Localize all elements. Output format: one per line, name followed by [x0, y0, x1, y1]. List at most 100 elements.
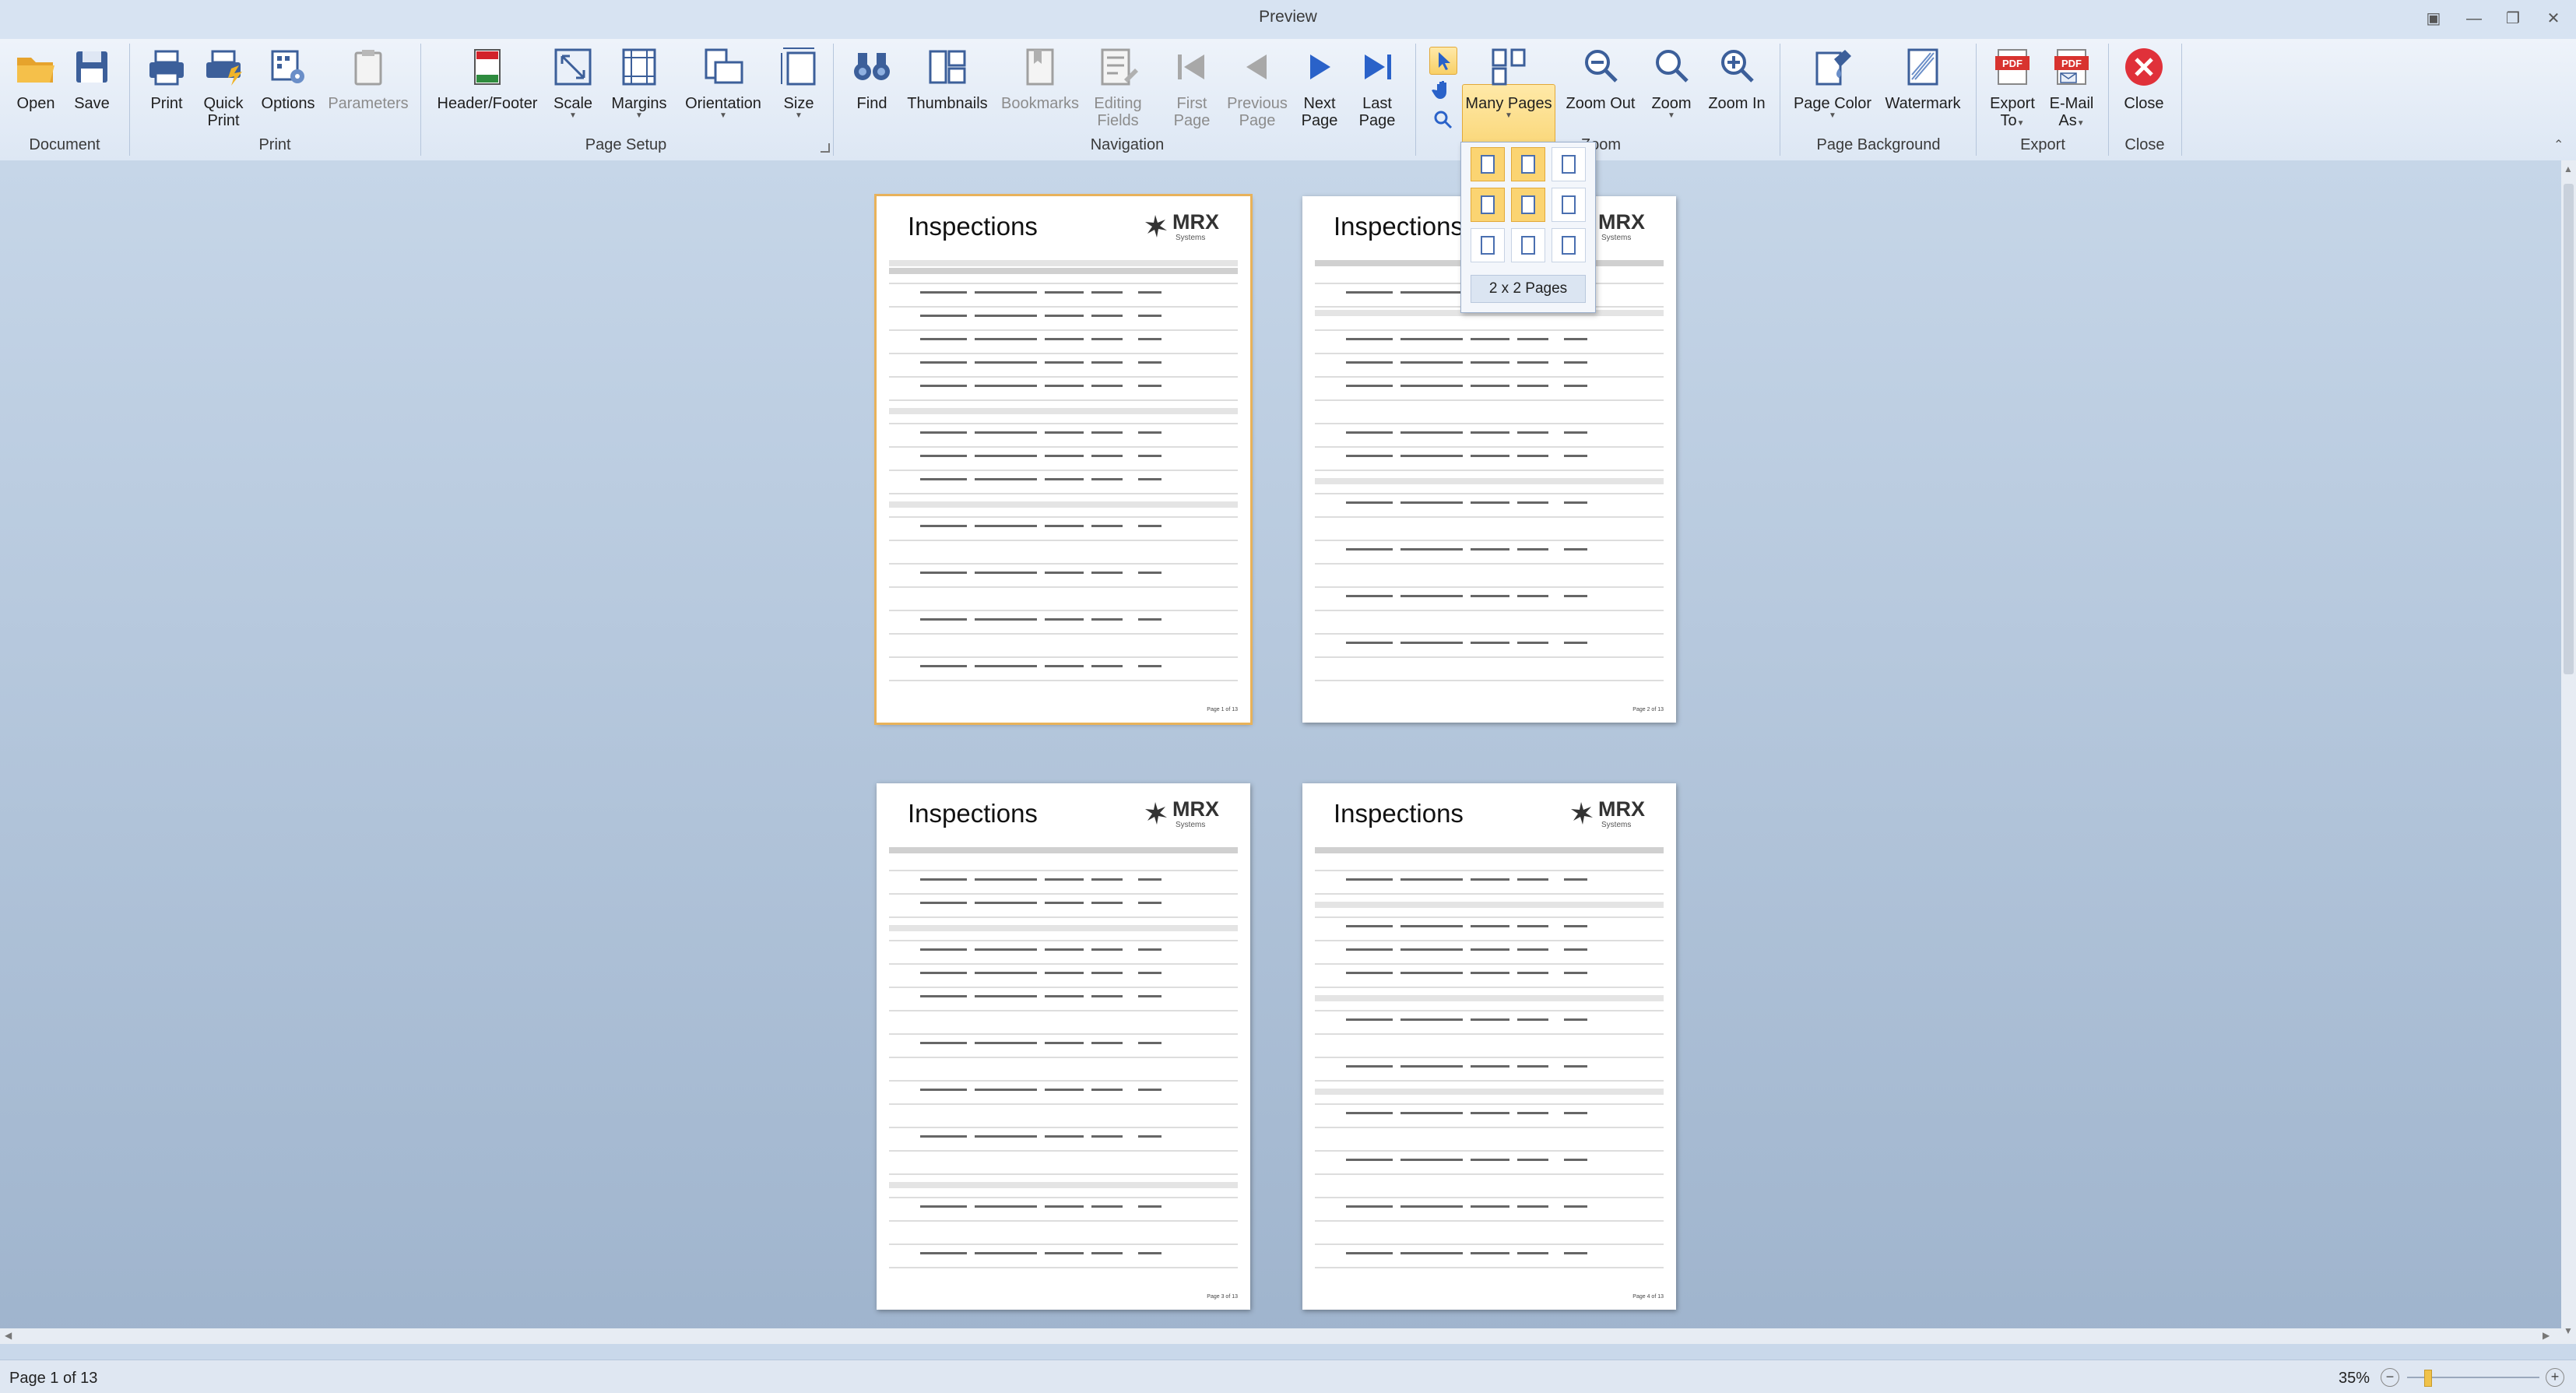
bookmark-icon [1026, 48, 1054, 86]
report-table [889, 260, 1238, 681]
header-footer-button[interactable]: Header/Footer [433, 45, 542, 112]
zoom-minus-icon[interactable]: − [2381, 1368, 2399, 1387]
vertical-scroll-thumb[interactable] [2564, 184, 2574, 674]
pdf-export-icon: PDF [1995, 49, 2030, 85]
header-footer-label: Header/Footer [437, 95, 538, 112]
orientation-button[interactable]: Orientation ▼ [680, 45, 766, 120]
many-pages-button[interactable]: Many Pages ▼ [1464, 45, 1554, 120]
last-page-button[interactable]: Last Page [1353, 45, 1401, 129]
page-color-button[interactable]: Page Color ▼ [1791, 45, 1875, 120]
watermark-label: Watermark [1885, 95, 1961, 112]
scroll-up-icon[interactable]: ▲ [2564, 164, 2573, 174]
page-title: Inspections [1334, 799, 1464, 828]
zoom-out-button[interactable]: Zoom Out [1563, 45, 1638, 112]
grid-cell-3x2[interactable] [1511, 228, 1545, 262]
report-table [889, 847, 1238, 1268]
group-label-navigation: Navigation [1090, 136, 1165, 153]
restore-icon[interactable]: ▣ [2420, 6, 2448, 31]
first-page-button[interactable]: First Page [1165, 45, 1219, 129]
close-preview-button[interactable]: Close [2119, 45, 2169, 112]
page-color-label: Page Color [1793, 95, 1872, 112]
parameters-button[interactable]: Parameters [327, 45, 409, 112]
grid-cell-1x2[interactable] [1511, 147, 1545, 181]
page-title: Inspections [908, 212, 1038, 241]
scale-label: Scale [553, 95, 593, 112]
page-thumbnail-4[interactable]: Inspections MRX Systems Page 4 of 13 [1302, 783, 1676, 1310]
page-title: Inspections [908, 799, 1038, 828]
thumbnails-label: Thumbnails [907, 95, 988, 112]
zoom-button[interactable]: Zoom ▼ [1644, 45, 1699, 120]
bookmarks-label: Bookmarks [1000, 95, 1080, 112]
last-page-label-1: Last [1362, 95, 1392, 112]
horizontal-scrollbar[interactable]: ◀ ▶ [0, 1328, 2561, 1344]
group-label-close: Close [2124, 136, 2165, 153]
options-button[interactable]: Options [257, 45, 319, 112]
scale-button[interactable]: Scale ▼ [550, 45, 596, 120]
thumbnails-button[interactable]: Thumbnails [903, 45, 992, 112]
page-footer: Page 3 of 13 [1207, 1294, 1238, 1300]
grid-cell-2x3[interactable] [1552, 188, 1586, 222]
scroll-right-icon[interactable]: ▶ [2543, 1330, 2550, 1341]
bookmarks-button[interactable]: Bookmarks [998, 45, 1082, 112]
window-title: Preview [1259, 8, 1317, 26]
zoom-in-button[interactable]: Zoom In [1705, 45, 1769, 112]
previous-page-button[interactable]: Previous Page [1221, 45, 1294, 129]
header-footer-icon [474, 49, 501, 85]
last-page-label-2: Page [1358, 112, 1396, 129]
margins-button[interactable]: Margins ▼ [606, 45, 673, 120]
email-as-button[interactable]: PDF E-Mail As▼ [2043, 45, 2100, 129]
mrx-star-icon [1145, 802, 1167, 825]
grid-cell-1x3[interactable] [1552, 147, 1586, 181]
magnifier-tool-button[interactable] [1429, 106, 1456, 132]
find-button[interactable]: Find [847, 45, 897, 112]
mrx-star-icon [1145, 215, 1167, 237]
quick-print-button[interactable]: Quick Print [196, 45, 251, 129]
next-page-button[interactable]: Next Page [1295, 45, 1344, 129]
hand-tool-button[interactable] [1429, 76, 1456, 103]
group-separator [2181, 44, 2182, 156]
next-page-label-1: Next [1303, 95, 1336, 112]
report-table [1315, 260, 1664, 681]
vertical-scrollbar[interactable]: ▲ ▼ [2561, 160, 2576, 1344]
group-label-print: Print [258, 136, 291, 153]
page-setup-launcher-icon[interactable] [821, 143, 830, 153]
save-button[interactable]: Save [67, 45, 117, 112]
grid-cell-1x1[interactable] [1471, 147, 1505, 181]
page-size-icon [781, 47, 816, 86]
grid-cell-2x1[interactable] [1471, 188, 1505, 222]
minimize-icon[interactable]: — [2460, 6, 2488, 31]
hand-icon [1432, 81, 1446, 99]
preview-workspace[interactable]: Inspections MRX Systems Page 1 of 13 Ins… [0, 160, 2561, 1344]
quick-print-label-2: Print [207, 112, 240, 129]
page-thumbnail-3[interactable]: Inspections MRX Systems Page 3 of 13 [877, 783, 1250, 1310]
many-pages-icon [1492, 48, 1526, 86]
grid-cell-3x1[interactable] [1471, 228, 1505, 262]
size-button[interactable]: Size ▼ [774, 45, 824, 120]
export-to-button[interactable]: PDF Export To▼ [1985, 45, 2040, 129]
scroll-left-icon[interactable]: ◀ [5, 1330, 12, 1341]
pointer-tool-button[interactable] [1429, 47, 1457, 75]
next-page-label-2: Page [1301, 112, 1338, 129]
maximize-icon[interactable]: ❐ [2499, 6, 2527, 31]
editing-fields-button[interactable]: Editing Fields [1087, 45, 1149, 129]
close-window-icon[interactable]: ✕ [2539, 6, 2567, 31]
print-label: Print [150, 95, 183, 112]
editing-fields-label-2: Fields [1097, 112, 1139, 129]
page-thumbnail-1[interactable]: Inspections MRX Systems Page 1 of 13 [874, 194, 1253, 725]
zoom-slider-thumb[interactable] [2424, 1370, 2432, 1387]
scroll-down-icon[interactable]: ▼ [2564, 1325, 2573, 1336]
options-gear-icon [271, 50, 304, 83]
close-circle-icon [2125, 48, 2163, 86]
grid-cell-3x3[interactable] [1552, 228, 1586, 262]
collapse-ribbon-icon[interactable]: ⌃ [2553, 137, 2564, 153]
zoom-plus-icon[interactable]: + [2546, 1368, 2564, 1387]
group-label-document: Document [29, 136, 100, 153]
pdf-email-icon: PDF [2054, 49, 2089, 85]
floppy-disk-icon [76, 51, 107, 83]
options-label: Options [261, 95, 315, 112]
print-button[interactable]: Print [142, 45, 192, 112]
svg-text:PDF: PDF [2061, 58, 2082, 69]
open-button[interactable]: Open [11, 45, 61, 112]
grid-cell-2x2[interactable] [1511, 188, 1545, 222]
watermark-button[interactable]: Watermark [1881, 45, 1965, 112]
